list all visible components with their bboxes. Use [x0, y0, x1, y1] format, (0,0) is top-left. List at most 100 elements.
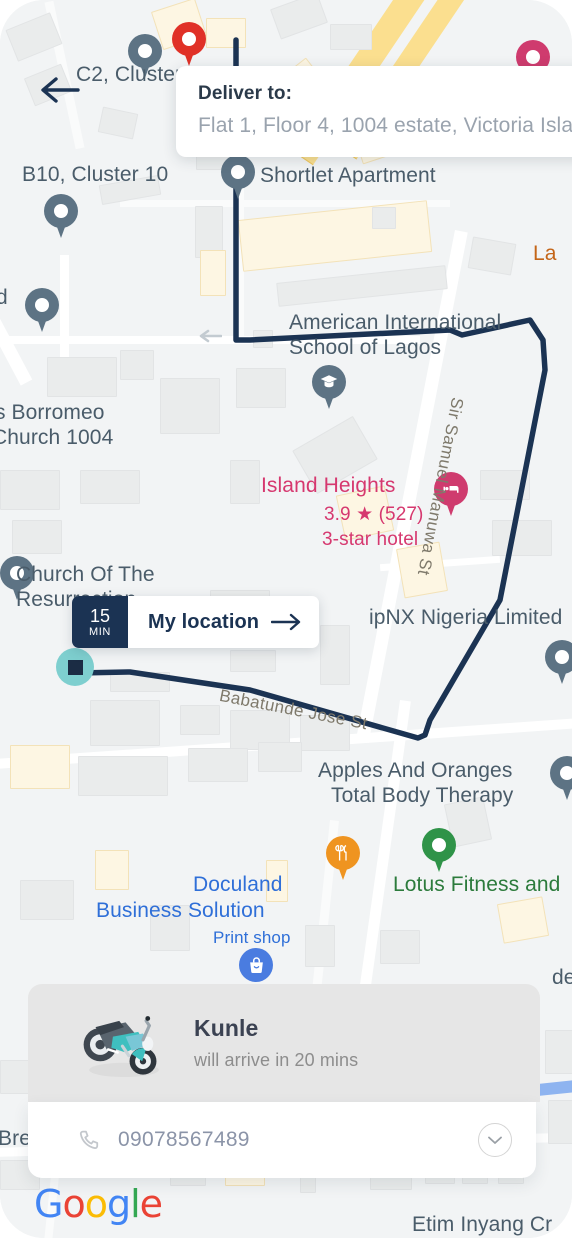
map-label[interactable]: Print shop [213, 925, 291, 950]
map-label[interactable]: 3-star hotel [322, 527, 418, 552]
map-building [305, 925, 335, 967]
map-building [206, 18, 246, 48]
map-building [10, 745, 70, 789]
deliver-to-card[interactable]: Deliver to: Flat 1, Floor 4, 1004 estate… [176, 66, 572, 157]
map-building [200, 250, 226, 296]
map-building [160, 378, 220, 434]
map-building [95, 850, 129, 890]
map-building [180, 705, 220, 735]
map-label[interactable]: School of Lagos [289, 335, 441, 360]
map-pin-school[interactable] [312, 365, 346, 410]
map-building [110, 672, 170, 692]
map-pin-poi[interactable] [550, 756, 572, 801]
map-label[interactable]: American International [289, 310, 501, 335]
collapse-card-button[interactable] [478, 1123, 512, 1157]
map-label[interactable]: Church Of The [16, 562, 155, 587]
google-letter-o1: o [62, 1182, 85, 1226]
map-label[interactable]: Doculand [193, 872, 283, 897]
eta-unit: MIN [89, 626, 111, 638]
map-label[interactable]: La [533, 241, 557, 266]
map-building [0, 470, 60, 510]
current-location-marker[interactable] [56, 648, 94, 686]
map-building [90, 700, 160, 746]
map-building [80, 470, 140, 504]
map-building [548, 1100, 572, 1144]
map-label[interactable]: 3.9 ★ (527) [324, 502, 423, 527]
map-building [258, 742, 302, 772]
eta-value: 15 [89, 606, 111, 626]
map-label[interactable]: Etim Inyang Cr [412, 1212, 552, 1237]
deliver-to-title: Deliver to: [198, 83, 293, 104]
map-building [480, 470, 530, 500]
map-building [545, 1030, 572, 1074]
map-label[interactable]: Island Heights [261, 473, 395, 498]
phone-icon [79, 1130, 99, 1149]
map-building [467, 236, 517, 276]
map-building [230, 460, 260, 504]
map-label[interactable]: Business Solution [96, 898, 265, 923]
map-pin-destination[interactable] [172, 22, 206, 67]
map-label[interactable]: de [552, 965, 572, 990]
google-attribution: Google [34, 1182, 163, 1226]
driver-name: Kunle [194, 1015, 259, 1041]
map-pin-poi[interactable] [545, 640, 572, 685]
call-driver-row[interactable]: 09078567489 [76, 1128, 478, 1153]
map-label[interactable]: Church 1004 [0, 425, 113, 450]
map-label[interactable]: B10, Cluster 10 [22, 162, 168, 187]
map-label[interactable]: Bre [0, 1126, 31, 1151]
arrow-left-icon [41, 77, 80, 103]
map-building [236, 368, 286, 408]
driver-card: Kunle will arrive in 20 mins 09078567489 [28, 984, 540, 1178]
map-label[interactable]: Shortlet Apartment [260, 163, 436, 188]
map-building [12, 520, 62, 554]
map-building [330, 24, 372, 50]
map-building [372, 207, 396, 229]
map-label[interactable]: Total Body Therapy [331, 783, 513, 808]
phone-screen: C2, Cluster B10, Cluster 10 Shortlet Apart… [0, 0, 572, 1238]
map-label[interactable]: s Borromeo [0, 400, 105, 425]
my-location-button[interactable]: 15 MIN My location [72, 596, 320, 648]
map-building [380, 930, 420, 964]
map-building [47, 357, 117, 397]
google-letter-o2: o [84, 1182, 108, 1226]
map-pin-poi[interactable] [25, 288, 59, 333]
chevron-down-icon [488, 1136, 502, 1144]
map-building [253, 330, 273, 348]
map-pin-restaurant[interactable] [326, 836, 360, 881]
google-letter-e: e [139, 1182, 163, 1226]
driver-phone-number: 09078567489 [118, 1128, 250, 1151]
google-letter-g1: G [34, 1182, 63, 1226]
map-building [188, 748, 248, 782]
map-label[interactable]: d [0, 285, 8, 310]
map-building [237, 200, 433, 272]
oneway-arrow-icon [199, 329, 222, 343]
driver-card-header: Kunle will arrive in 20 mins [28, 984, 540, 1102]
map-pin-shortlet-apartment[interactable] [221, 155, 255, 200]
map-building [270, 0, 328, 40]
map-pin-poi[interactable] [44, 194, 78, 239]
driver-eta-text: will arrive in 20 mins [194, 1050, 359, 1070]
map-label[interactable]: ipNX Nigeria Limited [369, 605, 562, 630]
map-building [230, 650, 276, 672]
map-label[interactable]: Lotus Fitness and [393, 872, 560, 897]
map-pin-lotus-fitness[interactable] [422, 828, 456, 873]
map-label[interactable]: Apples And Oranges [318, 758, 512, 783]
map-road [354, 700, 411, 1029]
eta-badge: 15 MIN [72, 596, 128, 648]
map-road [60, 255, 69, 365]
map-building [78, 756, 168, 796]
current-location-dot [67, 659, 83, 675]
google-letter-g2: g [106, 1182, 131, 1226]
map-building [276, 265, 448, 307]
map-building [320, 625, 350, 685]
map-pin-print-shop[interactable] [239, 948, 273, 982]
back-button[interactable] [38, 70, 82, 110]
map-building [97, 106, 139, 140]
motorcycle-icon [83, 1016, 159, 1078]
map-building [492, 520, 552, 556]
map-building [496, 896, 550, 944]
arrow-right-icon [271, 613, 301, 631]
my-location-label: My location [148, 610, 260, 633]
map-label[interactable]: C2, Cluster [76, 62, 182, 87]
map-building [120, 350, 154, 380]
